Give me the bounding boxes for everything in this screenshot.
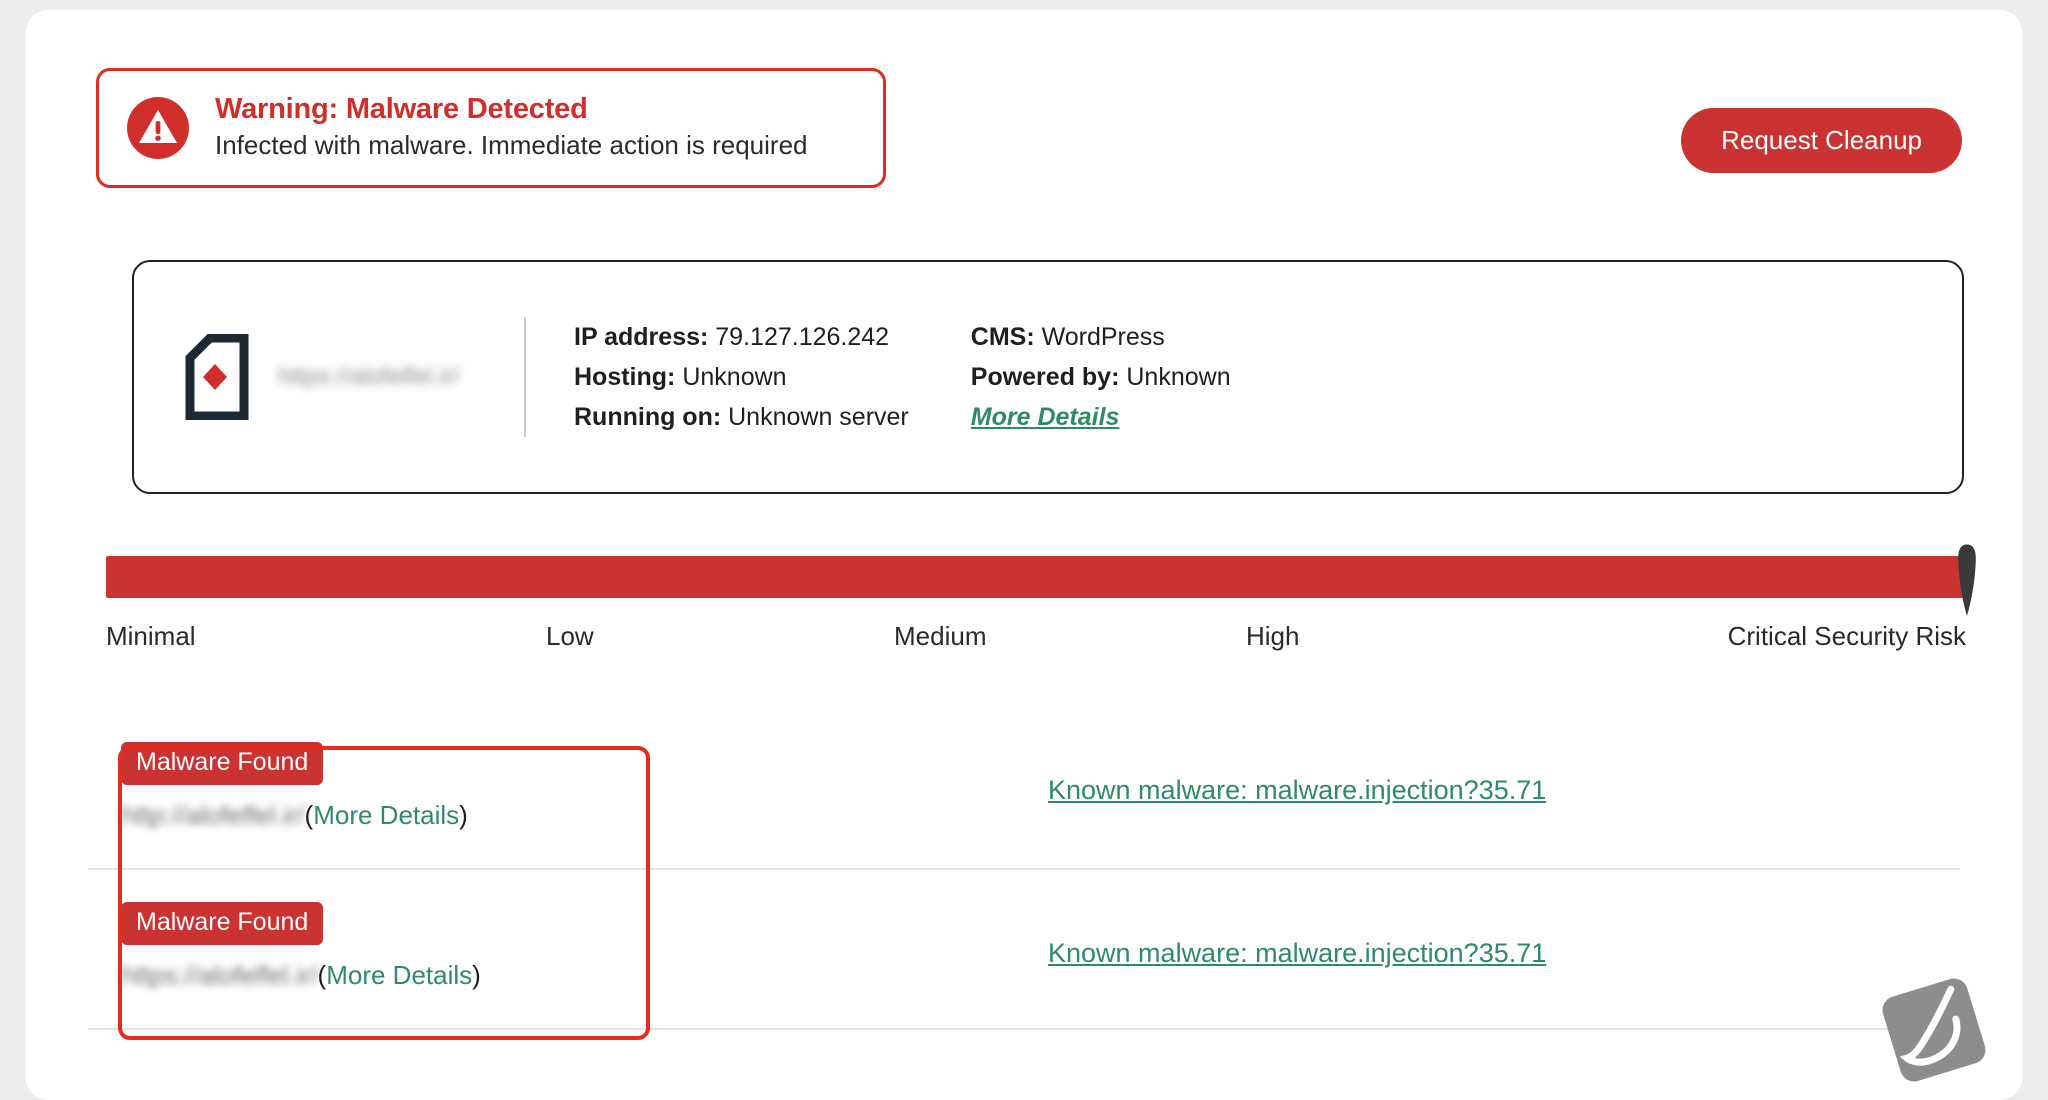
risk-meter: Minimal Low Medium High Critical Securit…: [26, 544, 2022, 704]
alert-title: Warning: Malware Detected: [215, 92, 588, 125]
field-hosting: Hosting: Unknown: [574, 363, 909, 392]
risk-label-medium: Medium: [894, 621, 987, 651]
field-powered-by: Powered by: Unknown: [971, 363, 1231, 392]
finding-more-details-link[interactable]: More Details: [326, 960, 472, 990]
risk-meter-labels: Minimal Low Medium High Critical Securit…: [106, 621, 1966, 661]
status-badge: Malware Found: [121, 902, 324, 945]
findings-list: Malware Found http://alofelfel.ir/(More …: [26, 710, 2022, 1030]
malware-warning-alert: Warning: Malware Detected Infected with …: [96, 68, 886, 188]
site-url-redacted: https://alofelfel.ir/: [278, 363, 460, 390]
finding-url-redacted: http://alofelfel.ir/: [121, 800, 305, 830]
paren-open: (: [304, 800, 314, 830]
risk-label-high: High: [1246, 621, 1300, 651]
finding-threat-link[interactable]: Known malware: malware.injection?35.71: [1048, 775, 1546, 806]
alert-subtitle: Infected with malware. Immediate action …: [215, 130, 808, 161]
table-row: Malware Found https://alofelfel.ir/(More…: [88, 870, 1960, 1030]
field-running-on-value: Unknown server: [728, 402, 909, 431]
site-more-details-row: More Details: [971, 403, 1231, 432]
finding-threat-link[interactable]: Known malware: malware.injection?35.71: [1048, 938, 1546, 969]
field-hosting-value: Unknown: [682, 362, 787, 391]
risk-meter-pointer-icon: [1953, 544, 1981, 616]
finding-url-line: https://alofelfel.ir/(More Details): [121, 960, 481, 991]
alert-row: Warning: Malware Detected Infected with …: [26, 10, 2022, 210]
feedback-swoosh-widget-icon[interactable]: [1874, 970, 1994, 1090]
site-info-col-left: IP address: 79.127.126.242 Hosting: Unkn…: [574, 323, 909, 432]
paren-close: ): [472, 960, 481, 990]
risk-label-minimal: Minimal: [106, 621, 196, 651]
finding-url-line: http://alofelfel.ir/(More Details): [121, 800, 468, 831]
site-shield-document-icon: [184, 333, 250, 421]
field-ip-address-value: 79.127.126.242: [715, 322, 890, 351]
finding-more-details-link[interactable]: More Details: [313, 800, 459, 830]
paren-open: (: [317, 960, 327, 990]
table-row: Malware Found http://alofelfel.ir/(More …: [88, 710, 1960, 870]
request-cleanup-button[interactable]: Request Cleanup: [1681, 108, 1962, 173]
warning-triangle-circle-icon: [127, 97, 189, 159]
field-running-on: Running on: Unknown server: [574, 403, 909, 432]
site-info-col-right: CMS: WordPress Powered by: Unknown More …: [971, 323, 1231, 432]
field-cms-label: CMS:: [970, 322, 1035, 351]
site-brand: https://alofelfel.ir/: [134, 333, 524, 421]
risk-label-low: Low: [546, 621, 594, 651]
risk-meter-bar: [106, 556, 1964, 598]
field-running-on-label: Running on:: [574, 402, 722, 431]
status-badge: Malware Found: [121, 742, 324, 785]
field-ip-address: IP address: 79.127.126.242: [574, 323, 909, 352]
field-hosting-label: Hosting:: [574, 362, 676, 391]
site-more-details-link[interactable]: More Details: [971, 403, 1120, 431]
finding-url-redacted: https://alofelfel.ir/: [121, 960, 318, 990]
risk-label-critical: Critical Security Risk: [1727, 621, 1966, 651]
site-info-fields: IP address: 79.127.126.242 Hosting: Unkn…: [526, 323, 1293, 432]
field-cms: CMS: WordPress: [971, 323, 1231, 352]
paren-close: ): [459, 800, 468, 830]
field-cms-value: WordPress: [1041, 322, 1165, 351]
page-card: Warning: Malware Detected Infected with …: [26, 10, 2022, 1100]
field-ip-address-label: IP address:: [574, 322, 709, 351]
site-info-card: https://alofelfel.ir/ IP address: 79.127…: [132, 260, 1964, 494]
field-powered-by-label: Powered by:: [970, 362, 1120, 391]
field-powered-by-value: Unknown: [1126, 362, 1231, 391]
